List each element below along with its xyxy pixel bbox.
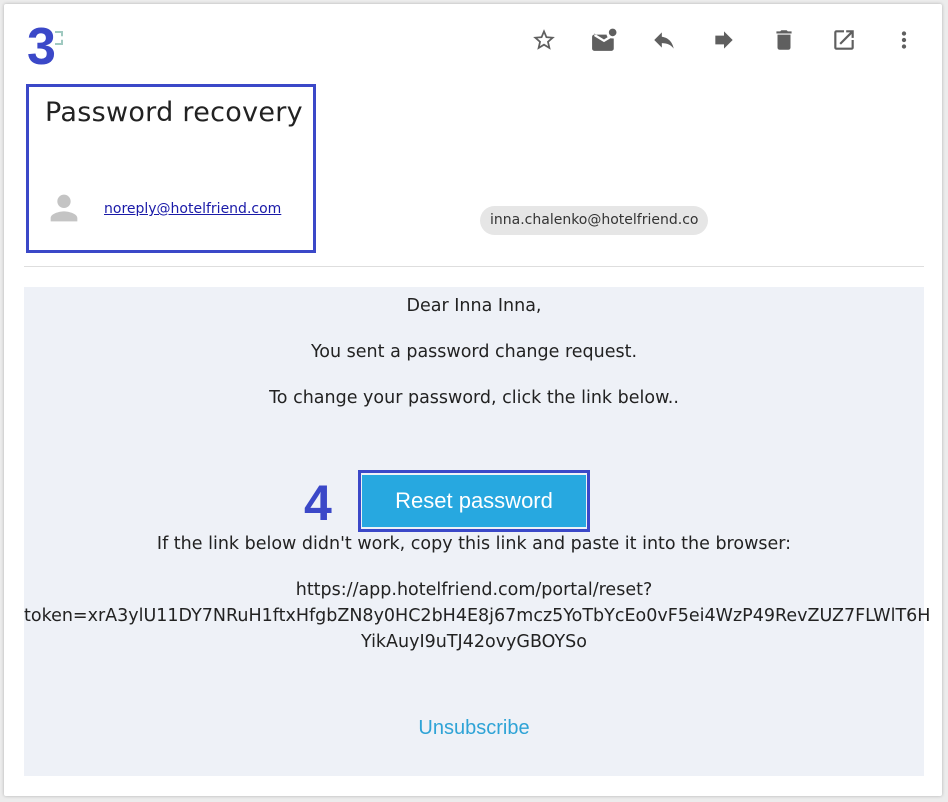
sender-link[interactable]: noreply@hotelfriend.com — [104, 201, 281, 217]
mark-unread-icon[interactable] — [590, 26, 618, 54]
step-4-annotation: 4 — [304, 475, 332, 531]
email-toolbar — [0, 26, 948, 54]
reset-url-line-2[interactable]: token=xrA3ylU11DY7NRuH1ftxHfgbZN8y0HC2bH… — [24, 606, 930, 626]
instruction-text: To change your password, click the link … — [269, 388, 679, 408]
open-in-new-window-icon[interactable] — [830, 26, 858, 54]
more-vert-icon[interactable] — [890, 26, 918, 54]
reset-password-button[interactable]: Reset password — [362, 475, 586, 527]
header-divider — [24, 266, 924, 267]
delete-icon[interactable] — [770, 26, 798, 54]
email-subject: Password recovery — [45, 97, 303, 128]
greeting-text: Dear Inna Inna, — [406, 296, 542, 316]
avatar-icon — [44, 188, 84, 228]
star-icon[interactable] — [530, 26, 558, 54]
unsubscribe-link[interactable]: Unsubscribe — [0, 717, 948, 740]
fallback-text: If the link below didn't work, copy this… — [156, 534, 792, 554]
request-text: You sent a password change request. — [310, 342, 638, 362]
reply-icon[interactable] — [650, 26, 678, 54]
forward-icon[interactable] — [710, 26, 738, 54]
reset-url-line-3[interactable]: YikAuyI9uTJ42ovyGBOYSo — [24, 632, 924, 652]
reset-url-line-1[interactable]: https://app.hotelfriend.com/portal/reset… — [24, 580, 924, 600]
recipient-chip[interactable]: inna.chalenko@hotelfriend.co — [480, 206, 709, 235]
